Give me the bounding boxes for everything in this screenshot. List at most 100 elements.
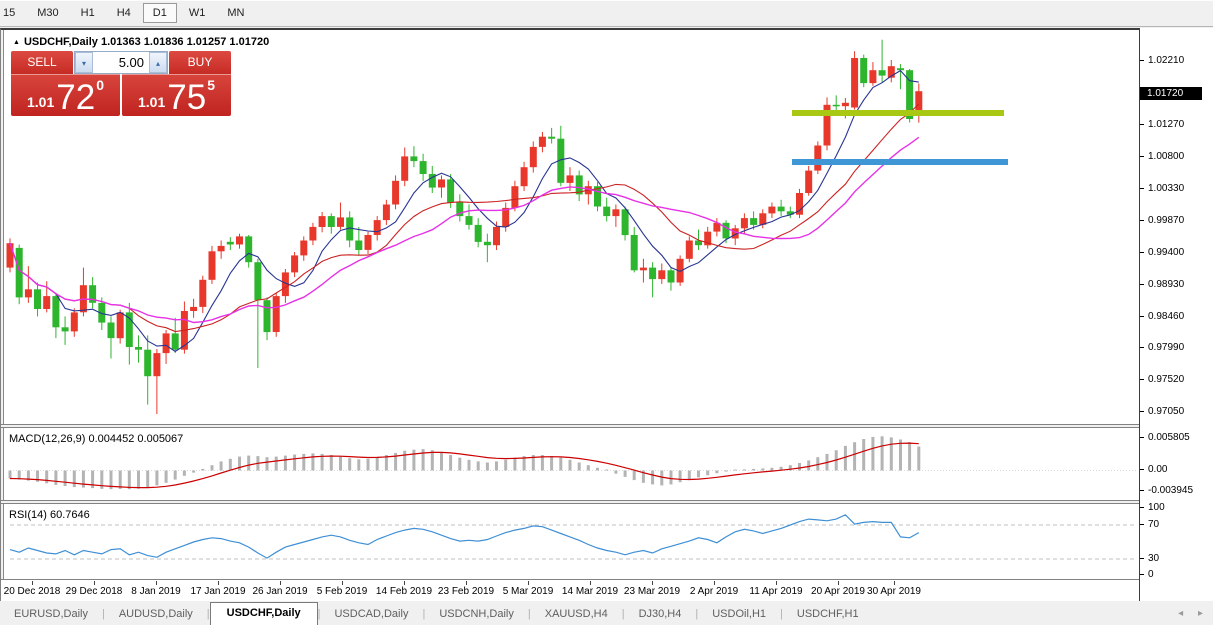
macd-histogram-bar bbox=[220, 461, 223, 470]
macd-histogram-bar bbox=[550, 456, 553, 470]
sell-price-main: 72 bbox=[56, 83, 95, 113]
sell-button[interactable]: SELL bbox=[11, 51, 73, 74]
timeframe-toolbar: 15M30H1H4D1W1MN bbox=[0, 0, 1213, 27]
macd-histogram-bar bbox=[734, 470, 737, 471]
date-label: 23 Mar 2019 bbox=[624, 586, 680, 597]
macd-histogram-bar bbox=[706, 471, 709, 476]
date-tick bbox=[404, 581, 405, 585]
macd-histogram-bar bbox=[679, 471, 682, 483]
axis-label: 0.005805 bbox=[1148, 432, 1190, 443]
volume-field[interactable] bbox=[93, 52, 149, 73]
period-button-w1[interactable]: W1 bbox=[179, 3, 216, 23]
date-label: 20 Dec 2018 bbox=[4, 586, 61, 597]
macd-pane-splitter[interactable] bbox=[1, 424, 1140, 428]
candle-body bbox=[264, 300, 271, 332]
hline-object[interactable] bbox=[792, 110, 1004, 116]
axis-tick bbox=[1140, 490, 1144, 491]
period-button-m30[interactable]: M30 bbox=[27, 3, 68, 23]
macd-histogram-bar bbox=[670, 471, 673, 485]
hline-object[interactable] bbox=[792, 159, 1008, 165]
period-button-d1[interactable]: D1 bbox=[143, 3, 177, 23]
macd-histogram-bar bbox=[688, 471, 691, 481]
symbol-tab-bar: EURUSD,Daily|AUDUSD,Daily|USDCHF,Daily|U… bbox=[0, 601, 1213, 625]
macd-histogram-bar bbox=[660, 471, 663, 486]
date-label: 26 Jan 2019 bbox=[252, 586, 307, 597]
tab-audusd-daily[interactable]: AUDUSD,Daily bbox=[105, 604, 207, 625]
sell-price-button[interactable]: 1.01 72 0 bbox=[11, 74, 120, 116]
axis-label: 0 bbox=[1148, 569, 1154, 580]
macd-histogram-bar bbox=[899, 440, 902, 471]
macd-histogram-bar bbox=[431, 450, 434, 470]
period-button-h1[interactable]: H1 bbox=[71, 3, 105, 23]
tab-scroll-left-icon[interactable]: ◂ bbox=[1178, 608, 1183, 619]
candle-body bbox=[309, 227, 316, 241]
axis-label: 1.02210 bbox=[1148, 55, 1184, 66]
macd-histogram-bar bbox=[302, 454, 305, 471]
macd-histogram-bar bbox=[128, 471, 131, 490]
ma-line-slow bbox=[10, 137, 919, 322]
macd-histogram-bar bbox=[376, 457, 379, 470]
buy-button[interactable]: BUY bbox=[169, 51, 231, 74]
tab-eurusd-daily[interactable]: EURUSD,Daily bbox=[0, 604, 102, 625]
macd-histogram-bar bbox=[155, 471, 158, 486]
macd-histogram-bar bbox=[807, 460, 810, 470]
price-axis[interactable]: 1.022101.012701.008001.003300.998700.994… bbox=[1139, 28, 1213, 601]
date-tick bbox=[894, 581, 895, 585]
period-button-h4[interactable]: H4 bbox=[107, 3, 141, 23]
candle-body bbox=[879, 70, 886, 75]
candle-body bbox=[144, 350, 151, 377]
macd-histogram-bar bbox=[367, 459, 370, 471]
macd-histogram-bar bbox=[853, 442, 856, 470]
candle-body bbox=[548, 137, 555, 139]
date-label: 14 Feb 2019 bbox=[376, 586, 432, 597]
symbol-ohlc: 1.01363 1.01836 1.01257 1.01720 bbox=[101, 36, 269, 48]
macd-histogram-bar bbox=[119, 471, 122, 489]
axis-label: 0.00 bbox=[1148, 464, 1167, 475]
candle-body bbox=[723, 223, 730, 239]
candle-body bbox=[750, 218, 757, 225]
candle-body bbox=[778, 207, 785, 212]
macd-histogram-bar bbox=[458, 458, 461, 471]
buy-price-button[interactable]: 1.01 75 5 bbox=[122, 74, 231, 116]
macd-histogram-bar bbox=[403, 451, 406, 471]
tab-usdcnh-daily[interactable]: USDCNH,Daily bbox=[425, 604, 528, 625]
axis-label: 70 bbox=[1148, 519, 1159, 530]
tab-usdchf-h1[interactable]: USDCHF,H1 bbox=[783, 604, 873, 625]
candle-body bbox=[355, 241, 362, 251]
axis-tick bbox=[1140, 347, 1144, 348]
rsi-chart-canvas[interactable] bbox=[6, 504, 1140, 579]
macd-histogram-bar bbox=[275, 457, 278, 471]
tab-dj30-h4[interactable]: DJ30,H4 bbox=[625, 604, 696, 625]
date-tick bbox=[590, 581, 591, 585]
volume-increase-icon[interactable]: ▴ bbox=[149, 52, 167, 73]
macd-histogram-bar bbox=[761, 468, 764, 470]
axis-label: 30 bbox=[1148, 553, 1159, 564]
symbol-collapse-icon[interactable]: ▲ bbox=[13, 39, 20, 46]
candle-body bbox=[741, 218, 748, 228]
macd-histogram-bar bbox=[633, 471, 636, 481]
buy-price-pip: 5 bbox=[207, 77, 215, 93]
macd-histogram-bar bbox=[422, 449, 425, 470]
candle-body bbox=[25, 289, 32, 297]
date-tick bbox=[342, 581, 343, 585]
volume-decrease-icon[interactable]: ▾ bbox=[75, 52, 93, 73]
date-label: 11 Apr 2019 bbox=[749, 586, 802, 597]
period-button-15[interactable]: 15 bbox=[0, 3, 25, 23]
macd-histogram-bar bbox=[174, 471, 177, 480]
macd-histogram-bar bbox=[348, 458, 351, 470]
tab-usdchf-daily[interactable]: USDCHF,Daily bbox=[210, 602, 318, 625]
date-tick bbox=[466, 581, 467, 585]
macd-histogram-bar bbox=[137, 471, 140, 489]
tab-xauusd-h4[interactable]: XAUUSD,H4 bbox=[531, 604, 622, 625]
macd-histogram-bar bbox=[752, 469, 755, 471]
tab-usdoil-h1[interactable]: USDOil,H1 bbox=[698, 604, 780, 625]
date-label: 17 Jan 2019 bbox=[190, 586, 245, 597]
tab-scroll-right-icon[interactable]: ▸ bbox=[1198, 608, 1203, 619]
tab-usdcad-daily[interactable]: USDCAD,Daily bbox=[320, 604, 422, 625]
period-button-mn[interactable]: MN bbox=[217, 3, 254, 23]
axis-tick bbox=[1140, 220, 1144, 221]
candle-body bbox=[410, 156, 417, 161]
rsi-indicator-label: RSI(14) 60.7646 bbox=[9, 509, 90, 521]
one-click-trading-panel: SELL ▾ ▴ BUY 1.01 72 0 1.01 75 5 bbox=[11, 51, 231, 116]
date-axis[interactable]: 20 Dec 201829 Dec 20188 Jan 201917 Jan 2… bbox=[1, 581, 1140, 602]
